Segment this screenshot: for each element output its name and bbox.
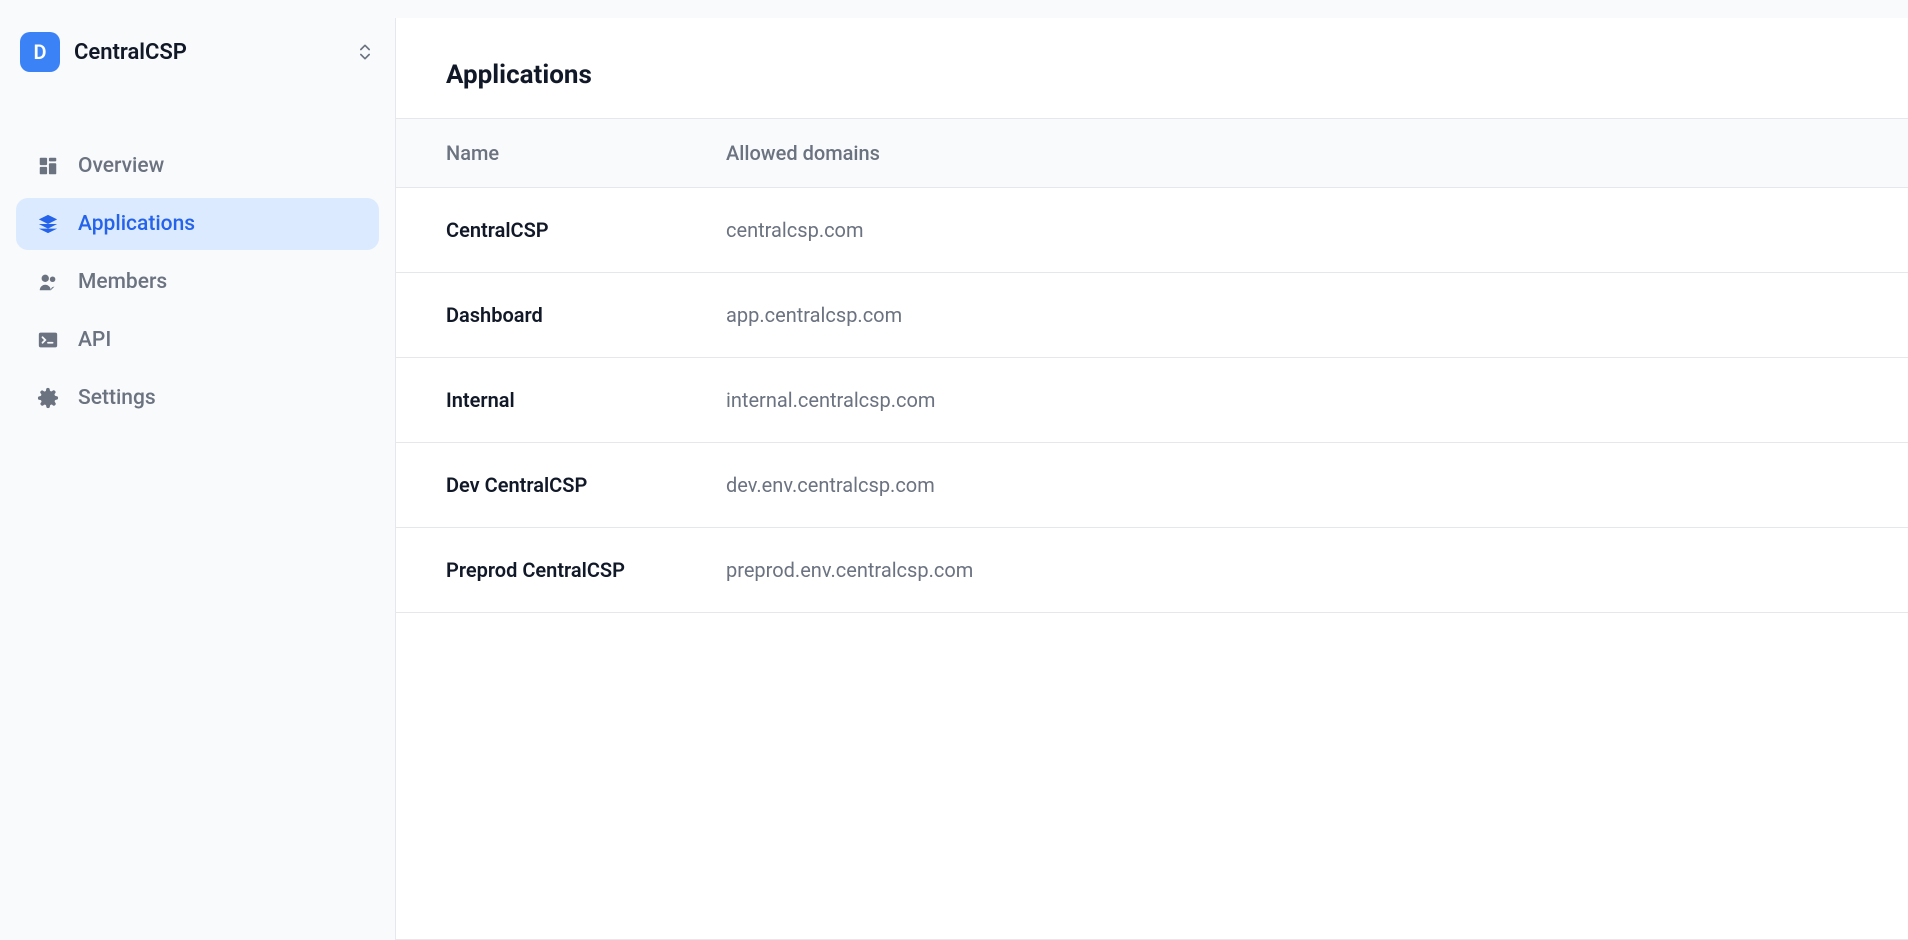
app-domain: preprod.env.centralcsp.com — [726, 558, 1858, 582]
table-row[interactable]: Dashboard app.centralcsp.com — [396, 273, 1908, 358]
sidebar-item-overview[interactable]: Overview — [16, 140, 379, 192]
app-name: Internal — [446, 388, 726, 412]
chevron-up-down-icon — [355, 42, 375, 62]
layers-icon — [36, 212, 60, 236]
app-name: Preprod CentralCSP — [446, 558, 726, 582]
table-row[interactable]: Preprod CentralCSP preprod.env.centralcs… — [396, 528, 1908, 613]
app-domain: dev.env.centralcsp.com — [726, 473, 1858, 497]
sidebar-item-applications[interactable]: Applications — [16, 198, 379, 250]
table-row[interactable]: Internal internal.centralcsp.com — [396, 358, 1908, 443]
sidebar: D CentralCSP Overview Applications Membe… — [0, 0, 395, 940]
sidebar-item-api[interactable]: API — [16, 314, 379, 366]
page-header: Applications — [396, 38, 1908, 118]
app-name: Dev CentralCSP — [446, 473, 726, 497]
sidebar-item-label: Overview — [78, 154, 164, 178]
app-domain: app.centralcsp.com — [726, 303, 1858, 327]
org-switcher[interactable]: D CentralCSP — [16, 24, 379, 80]
table-row[interactable]: Dev CentralCSP dev.env.centralcsp.com — [396, 443, 1908, 528]
sidebar-item-label: Applications — [78, 212, 195, 236]
sidebar-item-label: API — [78, 328, 111, 352]
sidebar-nav: Overview Applications Members API Settin — [16, 140, 379, 424]
sidebar-item-members[interactable]: Members — [16, 256, 379, 308]
terminal-icon — [36, 328, 60, 352]
sidebar-item-label: Members — [78, 270, 167, 294]
org-avatar: D — [20, 32, 60, 72]
sidebar-item-settings[interactable]: Settings — [16, 372, 379, 424]
org-name: CentralCSP — [74, 40, 341, 65]
app-name: Dashboard — [446, 303, 726, 327]
page-title: Applications — [446, 60, 1858, 90]
table-row[interactable]: CentralCSP centralcsp.com — [396, 188, 1908, 273]
column-header-name: Name — [446, 141, 726, 165]
gear-icon — [36, 386, 60, 410]
applications-table: Name Allowed domains CentralCSP centralc… — [396, 118, 1908, 613]
users-icon — [36, 270, 60, 294]
main-content: Applications Name Allowed domains Centra… — [395, 18, 1908, 940]
app-domain: centralcsp.com — [726, 218, 1858, 242]
app-domain: internal.centralcsp.com — [726, 388, 1858, 412]
grid-icon — [36, 154, 60, 178]
table-header: Name Allowed domains — [396, 118, 1908, 188]
app-name: CentralCSP — [446, 218, 726, 242]
column-header-domain: Allowed domains — [726, 141, 1858, 165]
org-initial: D — [33, 40, 46, 64]
sidebar-item-label: Settings — [78, 386, 156, 410]
